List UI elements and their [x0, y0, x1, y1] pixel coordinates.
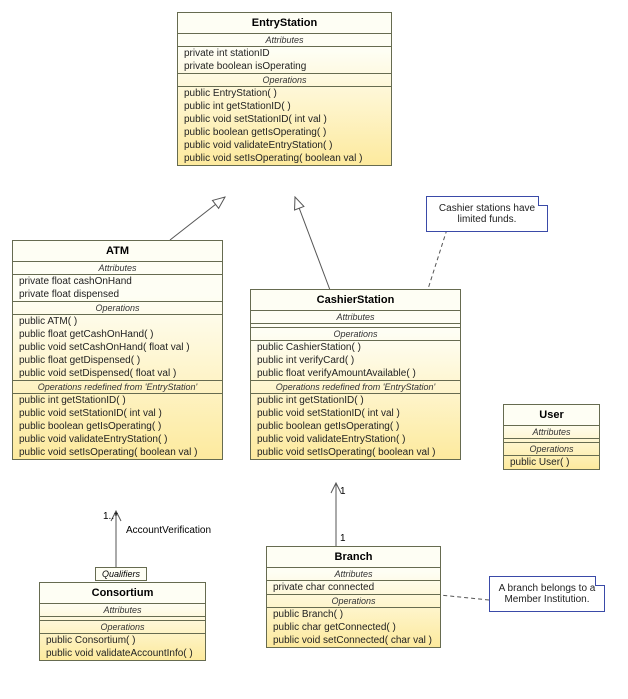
operation: public void setStationID( int val ): [251, 407, 460, 420]
operation: public int verifyCard( ): [251, 354, 460, 367]
operations-list: public CashierStation( ) public int veri…: [251, 341, 460, 381]
operation: public int getStationID( ): [13, 394, 222, 407]
attribute: private float cashOnHand: [13, 275, 222, 288]
redefined-header: Operations redefined from 'EntryStation': [13, 381, 222, 394]
note-text: A branch belongs to a Member Institution…: [499, 583, 596, 605]
operation: public float getCashOnHand( ): [13, 328, 222, 341]
operation: public void setCashOnHand( float val ): [13, 341, 222, 354]
operations-list: public EntryStation( ) public int getSta…: [178, 87, 391, 165]
operation: public void setIsOperating( boolean val …: [251, 446, 460, 459]
operation: public int getStationID( ): [178, 100, 391, 113]
attribute: private boolean isOperating: [178, 60, 391, 73]
attributes-header: Attributes: [178, 34, 391, 47]
operation: public Branch( ): [267, 608, 440, 621]
operation: public ATM( ): [13, 315, 222, 328]
operations-header: Operations: [504, 443, 599, 456]
class-cashierstation: CashierStation Attributes Operations pub…: [250, 289, 461, 460]
attributes-header: Attributes: [13, 262, 222, 275]
operation: public boolean getIsOperating( ): [251, 420, 460, 433]
operation: public User( ): [504, 456, 599, 469]
operations-list: public Consortium( ) public void validat…: [40, 634, 205, 660]
operation: public void setIsOperating( boolean val …: [178, 152, 391, 165]
attributes-list: private char connected: [267, 581, 440, 595]
class-title: User: [504, 405, 599, 426]
operations-list: public ATM( ) public float getCashOnHand…: [13, 315, 222, 381]
class-title: CashierStation: [251, 290, 460, 311]
note-text: Cashier stations have limited funds.: [439, 203, 535, 225]
operation: public float getDispensed( ): [13, 354, 222, 367]
attributes-header: Attributes: [267, 568, 440, 581]
class-entrystation: EntryStation Attributes private int stat…: [177, 12, 392, 166]
class-atm: ATM Attributes private float cashOnHand …: [12, 240, 223, 460]
operation: public void validateEntryStation( ): [178, 139, 391, 152]
multiplicity-label: 1: [340, 533, 346, 544]
operations-list: public Branch( ) public char getConnecte…: [267, 608, 440, 647]
operations-header: Operations: [40, 621, 205, 634]
class-user: User Attributes Operations public User( …: [503, 404, 600, 470]
class-title: Branch: [267, 547, 440, 568]
operation: public void setConnected( char val ): [267, 634, 440, 647]
attribute: private char connected: [267, 581, 440, 594]
operation: public void validateEntryStation( ): [13, 433, 222, 446]
attributes-list: private int stationID private boolean is…: [178, 47, 391, 74]
operation: public void setDispensed( float val ): [13, 367, 222, 380]
attributes-header: Attributes: [251, 311, 460, 324]
note-cashier-funds: Cashier stations have limited funds.: [426, 196, 548, 232]
operation: public CashierStation( ): [251, 341, 460, 354]
note-fold-icon: [595, 576, 605, 586]
operation: public void validateAccountInfo( ): [40, 647, 205, 660]
note-fold-icon: [538, 196, 548, 206]
multiplicity-label: 1..*: [103, 511, 118, 522]
operation: public Consortium( ): [40, 634, 205, 647]
class-consortium: Consortium Attributes Operations public …: [39, 582, 206, 661]
operation: public boolean getIsOperating( ): [13, 420, 222, 433]
operation: public int getStationID( ): [251, 394, 460, 407]
operation: public void setIsOperating( boolean val …: [13, 446, 222, 459]
class-branch: Branch Attributes private char connected…: [266, 546, 441, 648]
operation: public float verifyAmountAvailable( ): [251, 367, 460, 380]
attributes-header: Attributes: [40, 604, 205, 617]
qualifier-box: Qualifiers: [95, 567, 147, 581]
attribute: private int stationID: [178, 47, 391, 60]
note-branch-member: A branch belongs to a Member Institution…: [489, 576, 605, 612]
multiplicity-label: 1: [340, 486, 346, 497]
redefined-header: Operations redefined from 'EntryStation': [251, 381, 460, 394]
class-title: ATM: [13, 241, 222, 262]
operation: public void setStationID( int val ): [178, 113, 391, 126]
operation: public void setStationID( int val ): [13, 407, 222, 420]
class-title: EntryStation: [178, 13, 391, 34]
operation: public EntryStation( ): [178, 87, 391, 100]
operation: public void validateEntryStation( ): [251, 433, 460, 446]
operations-header: Operations: [13, 302, 222, 315]
attributes-header: Attributes: [504, 426, 599, 439]
operation: public boolean getIsOperating( ): [178, 126, 391, 139]
association-label: AccountVerification: [126, 525, 211, 536]
operations-header: Operations: [178, 74, 391, 87]
attributes-list: private float cashOnHand private float d…: [13, 275, 222, 302]
redefined-list: public int getStationID( ) public void s…: [251, 394, 460, 459]
operations-header: Operations: [251, 328, 460, 341]
operations-header: Operations: [267, 595, 440, 608]
class-title: Consortium: [40, 583, 205, 604]
attribute: private float dispensed: [13, 288, 222, 301]
operations-list: public User( ): [504, 456, 599, 469]
operation: public char getConnected( ): [267, 621, 440, 634]
redefined-list: public int getStationID( ) public void s…: [13, 394, 222, 459]
